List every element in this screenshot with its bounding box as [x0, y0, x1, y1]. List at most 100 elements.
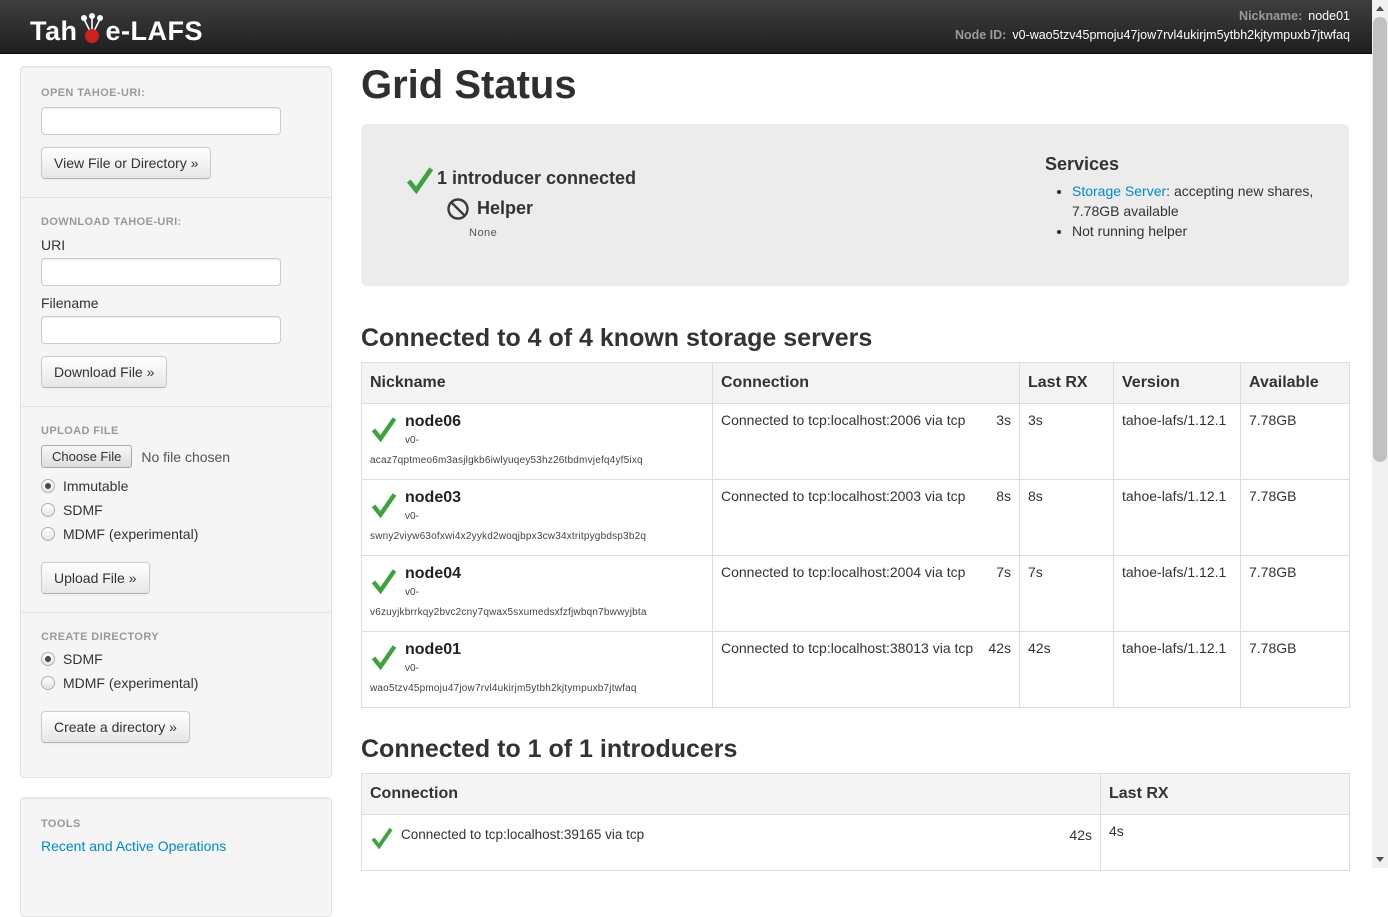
download-file-button[interactable]: Download File » [41, 356, 167, 388]
connected-check-icon [370, 414, 398, 447]
service-storage-item: Storage Server: accepting new shares, 7.… [1072, 182, 1347, 221]
connection-age: 42s [1069, 823, 1092, 847]
version-cell: tahoe-lafs/1.12.1 [1114, 556, 1241, 632]
download-uri-label: DOWNLOAD TAHOE-URI: [41, 216, 311, 228]
nickname-cell: node01 v0- wao5tzv45pmoju47jow7rvl4ukirj… [362, 632, 713, 708]
filename-input[interactable] [41, 316, 281, 344]
radio-dir-sdmf[interactable]: SDMF [41, 651, 311, 667]
connected-check-icon [370, 642, 398, 675]
table-row: 42s Connected to tcp:localhost:39165 via… [362, 815, 1350, 871]
server-nickname: node01 [405, 640, 704, 659]
version-cell: tahoe-lafs/1.12.1 [1114, 480, 1241, 556]
node-id-hash: acaz7qptmeo6m3asjlgkb6iwlyuqey53hz26tbdm… [370, 454, 704, 467]
node-id-hash: swny2viyw63ofxwi4x2yykd2woqjbpx3cw34xtri… [370, 530, 704, 543]
table-header-row: Connection Last RX [362, 774, 1350, 815]
open-uri-input[interactable] [41, 107, 281, 135]
connection-cell: 8s Connected to tcp:localhost:2003 via t… [713, 480, 1020, 556]
last-rx-cell: 7s [1020, 556, 1114, 632]
recent-operations-link[interactable]: Recent and Active Operations [41, 838, 226, 854]
node-id-prefix: v0- [405, 586, 704, 599]
nickname-label: Nickname: [1239, 7, 1302, 26]
upload-file-button[interactable]: Upload File » [41, 562, 150, 594]
radio-immutable-input[interactable] [41, 479, 55, 493]
grid-status-box: 1 introducer connected Helper None Servi… [361, 124, 1349, 286]
filename-field-label: Filename [41, 295, 311, 311]
connection-age: 8s [996, 488, 1011, 504]
version-cell: tahoe-lafs/1.12.1 [1114, 632, 1241, 708]
scroll-down-arrow-icon[interactable] [1372, 851, 1388, 868]
col-last-rx: Last RX [1101, 774, 1350, 815]
col-connection: Connection [362, 774, 1101, 815]
tahoe-lafs-logo: Tah e-LAFS [30, 10, 203, 47]
sidebar-forms-panel: OPEN TAHOE-URI: View File or Directory »… [20, 66, 332, 778]
radio-immutable-label: Immutable [63, 478, 128, 494]
node-meta: Nickname: node01 Node ID: v0-wao5tzv45pm… [955, 7, 1350, 45]
connection-text: Connected to tcp:localhost:2003 via tcp [721, 488, 965, 504]
radio-sdmf[interactable]: SDMF [41, 502, 311, 518]
scroll-up-arrow-icon[interactable] [1372, 0, 1388, 17]
node-id-prefix: v0- [405, 510, 704, 523]
nickname-cell: node03 v0- swny2viyw63ofxwi4x2yykd2woqjb… [362, 480, 713, 556]
section-divider [21, 612, 331, 613]
nickname-cell: node06 v0- acaz7qptmeo6m3asjlgkb6iwlyuqe… [362, 404, 713, 480]
available-cell: 7.78GB [1241, 404, 1350, 480]
table-header-row: Nickname Connection Last RX Version Avai… [362, 363, 1350, 404]
node-id-label: Node ID: [955, 26, 1006, 45]
storage-server-link[interactable]: Storage Server [1072, 183, 1166, 199]
connection-cell: 42s Connected to tcp:localhost:38013 via… [713, 632, 1020, 708]
radio-sdmf-label: SDMF [63, 502, 103, 518]
section-divider [21, 197, 331, 198]
col-available: Available [1241, 363, 1350, 404]
scrollbar-thumb[interactable] [1373, 17, 1387, 462]
services-heading: Services [1045, 154, 1347, 175]
node-id-hash: wao5tzv45pmoju47jow7rvl4ukirjm5ytbh2kjty… [370, 682, 704, 695]
connection-text: Connected to tcp:localhost:38013 via tcp [721, 640, 973, 656]
vertical-scrollbar[interactable] [1372, 0, 1388, 868]
radio-dir-mdmf[interactable]: MDMF (experimental) [41, 675, 311, 691]
table-row: node01 v0- wao5tzv45pmoju47jow7rvl4ukirj… [362, 632, 1350, 708]
radio-dir-sdmf-label: SDMF [63, 651, 103, 667]
radio-dir-mdmf-input[interactable] [41, 676, 55, 690]
download-uri-input[interactable] [41, 258, 281, 286]
helper-title: Helper [477, 198, 533, 219]
col-nickname: Nickname [362, 363, 713, 404]
upload-file-label: UPLOAD FILE [41, 425, 311, 437]
radio-dir-sdmf-input[interactable] [41, 652, 55, 666]
server-nickname: node06 [405, 412, 704, 431]
file-picker: Choose File No file chosen [41, 445, 311, 468]
connected-check-icon [370, 825, 394, 854]
storage-servers-table: Nickname Connection Last RX Version Avai… [361, 362, 1350, 708]
table-row: node04 v0- v6zuyjkbrrkqy2bvc2cny7qwax5sx… [362, 556, 1350, 632]
available-cell: 7.78GB [1241, 480, 1350, 556]
radio-mdmf[interactable]: MDMF (experimental) [41, 526, 311, 542]
connection-text: Connected to tcp:localhost:2006 via tcp [721, 412, 965, 428]
server-nickname: node03 [405, 488, 704, 507]
introducers-table: Connection Last RX 42s Connected to tcp:… [361, 773, 1350, 871]
introducer-status-text: 1 introducer connected [437, 168, 636, 189]
connection-age: 7s [996, 564, 1011, 580]
node-id-hash: v6zuyjkbrrkqy2bvc2cny7qwax5sxumedsxfzfjw… [370, 606, 704, 619]
last-rx-cell: 4s [1101, 815, 1350, 871]
radio-mdmf-input[interactable] [41, 527, 55, 541]
radio-sdmf-input[interactable] [41, 503, 55, 517]
sidebar-tools-panel: TOOLS Recent and Active Operations [20, 797, 332, 917]
node-id-prefix: v0- [405, 434, 704, 447]
connection-age: 3s [996, 412, 1011, 428]
helper-detail: None [469, 227, 497, 239]
node-id-prefix: v0- [405, 662, 704, 675]
table-row: node06 v0- acaz7qptmeo6m3asjlgkb6iwlyuqe… [362, 404, 1350, 480]
connection-text: Connected to tcp:localhost:2004 via tcp [721, 564, 965, 580]
server-nickname: node04 [405, 564, 704, 583]
storage-servers-heading: Connected to 4 of 4 known storage server… [361, 323, 1349, 353]
services-section: Services Storage Server: accepting new s… [1045, 154, 1347, 243]
connected-check-icon [370, 566, 398, 599]
radio-immutable[interactable]: Immutable [41, 478, 311, 494]
section-divider [21, 406, 331, 407]
connection-cell: 42s Connected to tcp:localhost:39165 via… [362, 815, 1101, 871]
nickname-value: node01 [1308, 7, 1350, 26]
choose-file-button[interactable]: Choose File [41, 445, 132, 468]
create-directory-button[interactable]: Create a directory » [41, 711, 190, 743]
view-file-button[interactable]: View File or Directory » [41, 147, 211, 179]
introducer-check-icon [405, 164, 435, 201]
available-cell: 7.78GB [1241, 556, 1350, 632]
